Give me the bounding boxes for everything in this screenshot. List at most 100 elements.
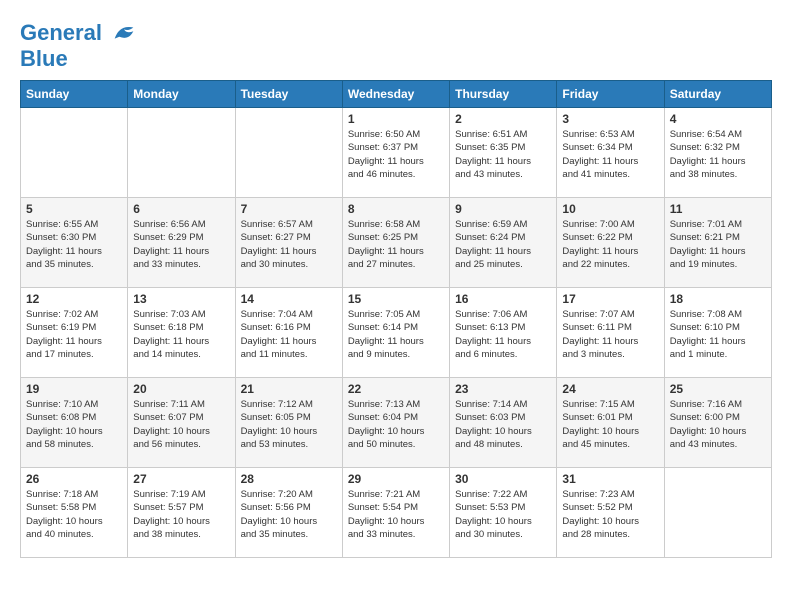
day-info: Sunrise: 7:10 AM Sunset: 6:08 PM Dayligh… xyxy=(26,398,122,451)
calendar-cell: 21 Sunrise: 7:12 AM Sunset: 6:05 PM Dayli… xyxy=(235,378,342,468)
page-header: General Blue xyxy=(20,20,772,70)
day-info: Sunrise: 6:50 AM Sunset: 6:37 PM Dayligh… xyxy=(348,128,444,181)
calendar-cell: 1 Sunrise: 6:50 AM Sunset: 6:37 PM Daylig… xyxy=(342,108,449,198)
day-info: Sunrise: 7:04 AM Sunset: 6:16 PM Dayligh… xyxy=(241,308,337,361)
logo-bird-icon xyxy=(110,20,138,48)
day-info: Sunrise: 7:05 AM Sunset: 6:14 PM Dayligh… xyxy=(348,308,444,361)
calendar-cell: 7 Sunrise: 6:57 AM Sunset: 6:27 PM Daylig… xyxy=(235,198,342,288)
day-info: Sunrise: 7:13 AM Sunset: 6:04 PM Dayligh… xyxy=(348,398,444,451)
day-number: 30 xyxy=(455,472,551,486)
day-number: 12 xyxy=(26,292,122,306)
day-number: 14 xyxy=(241,292,337,306)
calendar-cell xyxy=(21,108,128,198)
day-info: Sunrise: 7:12 AM Sunset: 6:05 PM Dayligh… xyxy=(241,398,337,451)
weekday-header-friday: Friday xyxy=(557,81,664,108)
calendar-cell: 27 Sunrise: 7:19 AM Sunset: 5:57 PM Dayli… xyxy=(128,468,235,558)
calendar-cell: 5 Sunrise: 6:55 AM Sunset: 6:30 PM Daylig… xyxy=(21,198,128,288)
day-number: 23 xyxy=(455,382,551,396)
week-row-5: 26 Sunrise: 7:18 AM Sunset: 5:58 PM Dayli… xyxy=(21,468,772,558)
calendar-cell: 24 Sunrise: 7:15 AM Sunset: 6:01 PM Dayli… xyxy=(557,378,664,468)
weekday-header-tuesday: Tuesday xyxy=(235,81,342,108)
day-number: 22 xyxy=(348,382,444,396)
day-info: Sunrise: 7:14 AM Sunset: 6:03 PM Dayligh… xyxy=(455,398,551,451)
day-number: 31 xyxy=(562,472,658,486)
day-info: Sunrise: 7:22 AM Sunset: 5:53 PM Dayligh… xyxy=(455,488,551,541)
day-number: 27 xyxy=(133,472,229,486)
day-info: Sunrise: 6:58 AM Sunset: 6:25 PM Dayligh… xyxy=(348,218,444,271)
day-info: Sunrise: 7:21 AM Sunset: 5:54 PM Dayligh… xyxy=(348,488,444,541)
calendar-cell: 23 Sunrise: 7:14 AM Sunset: 6:03 PM Dayli… xyxy=(450,378,557,468)
day-number: 13 xyxy=(133,292,229,306)
day-info: Sunrise: 6:59 AM Sunset: 6:24 PM Dayligh… xyxy=(455,218,551,271)
logo-text: General xyxy=(20,20,140,48)
calendar-cell: 9 Sunrise: 6:59 AM Sunset: 6:24 PM Daylig… xyxy=(450,198,557,288)
day-number: 7 xyxy=(241,202,337,216)
day-number: 9 xyxy=(455,202,551,216)
day-info: Sunrise: 7:00 AM Sunset: 6:22 PM Dayligh… xyxy=(562,218,658,271)
day-number: 3 xyxy=(562,112,658,126)
calendar-cell: 20 Sunrise: 7:11 AM Sunset: 6:07 PM Dayli… xyxy=(128,378,235,468)
weekday-header-saturday: Saturday xyxy=(664,81,771,108)
day-info: Sunrise: 6:55 AM Sunset: 6:30 PM Dayligh… xyxy=(26,218,122,271)
day-number: 21 xyxy=(241,382,337,396)
day-info: Sunrise: 6:53 AM Sunset: 6:34 PM Dayligh… xyxy=(562,128,658,181)
calendar-cell: 26 Sunrise: 7:18 AM Sunset: 5:58 PM Dayli… xyxy=(21,468,128,558)
day-info: Sunrise: 7:01 AM Sunset: 6:21 PM Dayligh… xyxy=(670,218,766,271)
calendar-cell: 6 Sunrise: 6:56 AM Sunset: 6:29 PM Daylig… xyxy=(128,198,235,288)
day-number: 26 xyxy=(26,472,122,486)
day-number: 8 xyxy=(348,202,444,216)
calendar-cell xyxy=(664,468,771,558)
day-info: Sunrise: 6:51 AM Sunset: 6:35 PM Dayligh… xyxy=(455,128,551,181)
calendar-cell: 18 Sunrise: 7:08 AM Sunset: 6:10 PM Dayli… xyxy=(664,288,771,378)
day-info: Sunrise: 7:18 AM Sunset: 5:58 PM Dayligh… xyxy=(26,488,122,541)
day-info: Sunrise: 7:08 AM Sunset: 6:10 PM Dayligh… xyxy=(670,308,766,361)
calendar-cell: 22 Sunrise: 7:13 AM Sunset: 6:04 PM Dayli… xyxy=(342,378,449,468)
calendar-cell: 2 Sunrise: 6:51 AM Sunset: 6:35 PM Daylig… xyxy=(450,108,557,198)
day-number: 28 xyxy=(241,472,337,486)
day-info: Sunrise: 6:56 AM Sunset: 6:29 PM Dayligh… xyxy=(133,218,229,271)
day-number: 18 xyxy=(670,292,766,306)
calendar-cell: 16 Sunrise: 7:06 AM Sunset: 6:13 PM Dayli… xyxy=(450,288,557,378)
day-number: 17 xyxy=(562,292,658,306)
calendar-cell: 4Sunrise: 6:54 AM Sunset: 6:32 PM Daylig… xyxy=(664,108,771,198)
calendar-cell: 10 Sunrise: 7:00 AM Sunset: 6:22 PM Dayli… xyxy=(557,198,664,288)
calendar-cell: 30 Sunrise: 7:22 AM Sunset: 5:53 PM Dayli… xyxy=(450,468,557,558)
day-number: 5 xyxy=(26,202,122,216)
day-info: Sunrise: 6:57 AM Sunset: 6:27 PM Dayligh… xyxy=(241,218,337,271)
weekday-header-wednesday: Wednesday xyxy=(342,81,449,108)
calendar-cell: 19 Sunrise: 7:10 AM Sunset: 6:08 PM Dayli… xyxy=(21,378,128,468)
day-info: Sunrise: 7:11 AM Sunset: 6:07 PM Dayligh… xyxy=(133,398,229,451)
day-number: 6 xyxy=(133,202,229,216)
calendar-cell: 15Sunrise: 7:05 AM Sunset: 6:14 PM Dayli… xyxy=(342,288,449,378)
logo: General Blue xyxy=(20,20,140,70)
calendar-cell: 28 Sunrise: 7:20 AM Sunset: 5:56 PM Dayli… xyxy=(235,468,342,558)
day-number: 2 xyxy=(455,112,551,126)
day-number: 19 xyxy=(26,382,122,396)
day-info: Sunrise: 7:20 AM Sunset: 5:56 PM Dayligh… xyxy=(241,488,337,541)
day-number: 16 xyxy=(455,292,551,306)
day-number: 29 xyxy=(348,472,444,486)
day-info: Sunrise: 7:19 AM Sunset: 5:57 PM Dayligh… xyxy=(133,488,229,541)
day-info: Sunrise: 7:02 AM Sunset: 6:19 PM Dayligh… xyxy=(26,308,122,361)
calendar-cell xyxy=(128,108,235,198)
calendar-cell xyxy=(235,108,342,198)
weekday-header-row: SundayMondayTuesdayWednesdayThursdayFrid… xyxy=(21,81,772,108)
day-number: 24 xyxy=(562,382,658,396)
day-number: 10 xyxy=(562,202,658,216)
day-info: Sunrise: 7:16 AM Sunset: 6:00 PM Dayligh… xyxy=(670,398,766,451)
day-info: Sunrise: 7:07 AM Sunset: 6:11 PM Dayligh… xyxy=(562,308,658,361)
calendar-cell: 29 Sunrise: 7:21 AM Sunset: 5:54 PM Dayli… xyxy=(342,468,449,558)
day-number: 20 xyxy=(133,382,229,396)
calendar-cell: 25Sunrise: 7:16 AM Sunset: 6:00 PM Dayli… xyxy=(664,378,771,468)
week-row-1: 1 Sunrise: 6:50 AM Sunset: 6:37 PM Daylig… xyxy=(21,108,772,198)
day-info: Sunrise: 6:54 AM Sunset: 6:32 PM Dayligh… xyxy=(670,128,766,181)
calendar-cell: 12 Sunrise: 7:02 AM Sunset: 6:19 PM Dayli… xyxy=(21,288,128,378)
weekday-header-sunday: Sunday xyxy=(21,81,128,108)
day-info: Sunrise: 7:15 AM Sunset: 6:01 PM Dayligh… xyxy=(562,398,658,451)
day-info: Sunrise: 7:06 AM Sunset: 6:13 PM Dayligh… xyxy=(455,308,551,361)
logo-general: General xyxy=(20,20,102,45)
weekday-header-thursday: Thursday xyxy=(450,81,557,108)
calendar-cell: 17 Sunrise: 7:07 AM Sunset: 6:11 PM Dayli… xyxy=(557,288,664,378)
calendar-cell: 8 Sunrise: 6:58 AM Sunset: 6:25 PM Daylig… xyxy=(342,198,449,288)
day-number: 1 xyxy=(348,112,444,126)
